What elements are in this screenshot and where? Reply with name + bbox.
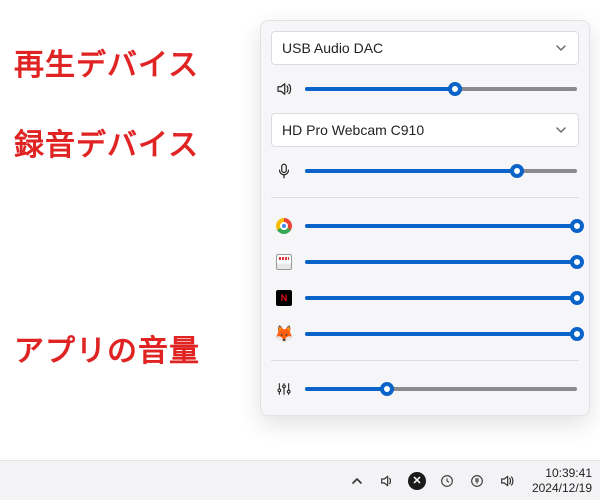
- playback-device-dropdown[interactable]: USB Audio DAC: [271, 31, 579, 65]
- waterfox-icon: 🦊: [274, 324, 294, 344]
- app-volume-slider[interactable]: [305, 253, 577, 271]
- mixer-volume-row: [271, 375, 579, 403]
- taskbar: ✕ 10:39:41 2024/12/19: [0, 460, 600, 500]
- label-app-volume: アプリの音量: [14, 326, 200, 370]
- annotation-labels: 再生デバイス 録音デバイス アプリの音量: [14, 40, 200, 370]
- tray-clock-icon[interactable]: [438, 472, 456, 490]
- section-separator: [271, 197, 579, 198]
- app-volume-slider[interactable]: [305, 325, 577, 343]
- taskbar-clock[interactable]: 10:39:41 2024/12/19: [526, 466, 592, 496]
- app-volume-row: 🦊: [271, 320, 579, 348]
- app-volume-row: [271, 212, 579, 240]
- app-volumes-section: N🦊: [271, 212, 579, 348]
- tray-network-volume-icon[interactable]: [498, 472, 516, 490]
- app-icon-wrap: [273, 215, 295, 237]
- label-recording-device: 録音デバイス: [14, 120, 200, 164]
- app-volume-row: N: [271, 284, 579, 312]
- annotation-spacer: [14, 200, 200, 290]
- label-playback-device: 再生デバイス: [14, 40, 200, 84]
- app-icon-wrap: 🦊: [273, 323, 295, 345]
- playback-volume-row: [271, 75, 579, 103]
- media-player-icon: [276, 254, 292, 270]
- recording-volume-slider[interactable]: [305, 162, 577, 180]
- playback-volume-slider[interactable]: [305, 80, 577, 98]
- speaker-icon: [273, 78, 295, 100]
- mixer-icon: [273, 378, 295, 400]
- system-tray: ✕: [348, 472, 516, 490]
- taskbar-date: 2024/12/19: [532, 481, 592, 496]
- app-volume-slider[interactable]: [305, 289, 577, 307]
- playback-device-name: USB Audio DAC: [282, 40, 383, 56]
- tray-app-icon[interactable]: ✕: [408, 472, 426, 490]
- chrome-icon: [276, 218, 292, 234]
- section-separator: [271, 360, 579, 361]
- tray-volume-icon[interactable]: [378, 472, 396, 490]
- chevron-down-icon: [554, 123, 568, 137]
- app-volume-row: [271, 248, 579, 276]
- app-icon-wrap: [273, 251, 295, 273]
- mixer-volume-slider[interactable]: [305, 380, 577, 398]
- recording-device-name: HD Pro Webcam C910: [282, 122, 424, 138]
- app-volume-slider[interactable]: [305, 217, 577, 235]
- microphone-icon: [273, 160, 295, 182]
- chevron-down-icon: [554, 41, 568, 55]
- app-icon-wrap: N: [273, 287, 295, 309]
- taskbar-time: 10:39:41: [532, 466, 592, 481]
- tray-overflow-chevron-icon[interactable]: [348, 472, 366, 490]
- netflix-icon: N: [276, 290, 292, 306]
- recording-volume-row: [271, 157, 579, 185]
- recording-device-dropdown[interactable]: HD Pro Webcam C910: [271, 113, 579, 147]
- volume-flyout: USB Audio DAC HD Pro Webcam C910 N🦊: [260, 20, 590, 416]
- tray-ime-icon[interactable]: [468, 472, 486, 490]
